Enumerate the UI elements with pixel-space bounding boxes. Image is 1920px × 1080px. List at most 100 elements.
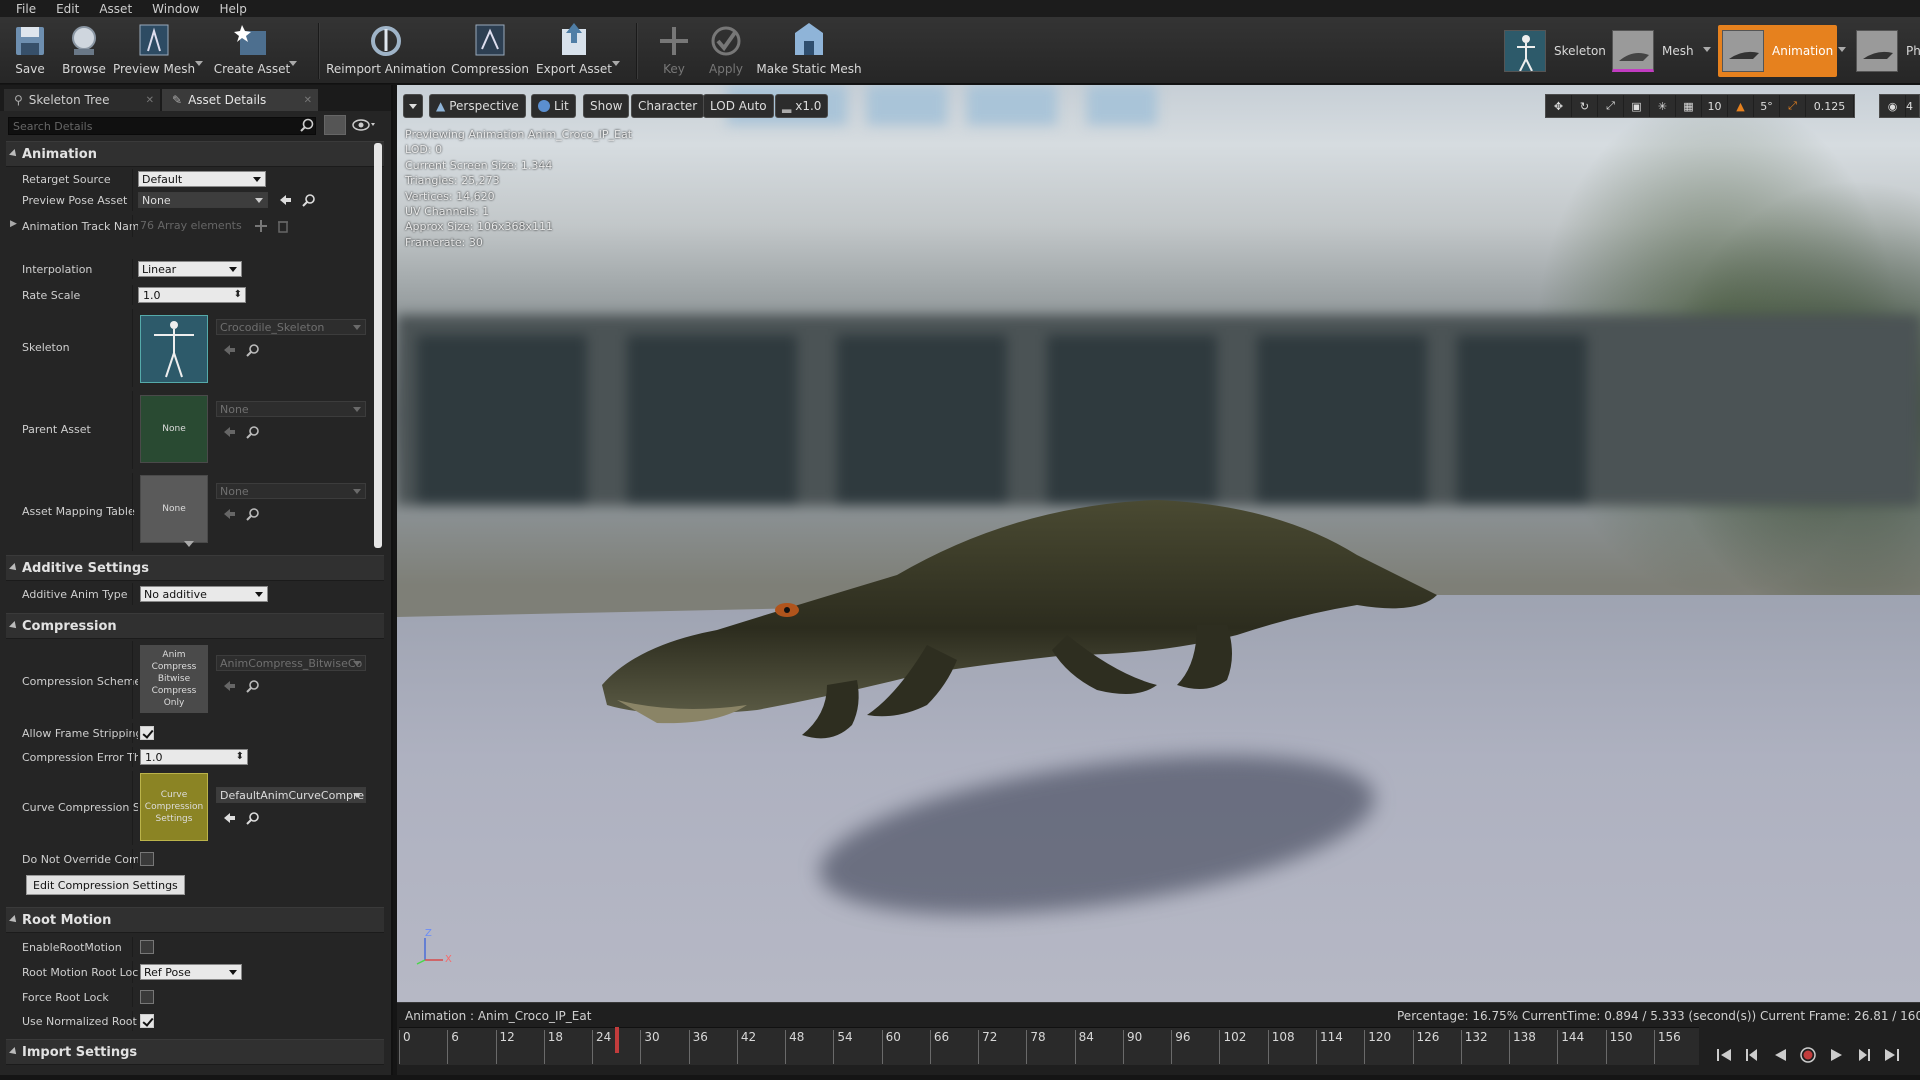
viewport-options-button[interactable]: [403, 94, 423, 118]
search-input[interactable]: [8, 117, 316, 135]
eye-visibility-icon[interactable]: [352, 118, 378, 132]
animation-mode-dropdown-icon[interactable]: [1838, 47, 1847, 53]
export-asset-button[interactable]: Export Asset: [536, 21, 612, 81]
add-element-icon[interactable]: [254, 219, 268, 233]
details-scroll-area[interactable]: Animation Retarget Source Default Previe…: [6, 141, 384, 1075]
additive-type-combo[interactable]: No additive: [140, 586, 268, 602]
use-selected-arrow-icon[interactable]: [222, 679, 236, 693]
spin-arrows-icon[interactable]: ⬍: [234, 289, 242, 300]
mesh-mode-dropdown-icon[interactable]: [1703, 47, 1712, 53]
retarget-source-combo[interactable]: Default: [138, 171, 266, 187]
timeline-ruler[interactable]: 0 6 12 18 24 30 36 42 48 54 60 66 72 78 84 90 96 102 108 11…: [399, 1027, 1699, 1065]
play-reverse-icon[interactable]: [1771, 1046, 1789, 1064]
asset-mapping-combo[interactable]: None: [216, 483, 366, 499]
translate-icon[interactable]: ✥: [1546, 95, 1572, 117]
browse-search-icon[interactable]: [302, 193, 316, 207]
lit-button[interactable]: Lit: [531, 94, 576, 118]
rotation-snap-icon[interactable]: ▲: [1728, 95, 1754, 117]
create-asset-dropdown-icon[interactable]: [289, 61, 298, 67]
make-static-mesh-button[interactable]: Make Static Mesh: [756, 21, 862, 81]
key-button[interactable]: Key: [652, 21, 696, 81]
step-back-icon[interactable]: [1743, 1046, 1761, 1064]
export-dropdown-icon[interactable]: [612, 61, 621, 67]
search-icon[interactable]: [300, 118, 314, 132]
section-additive-settings[interactable]: Additive Settings: [6, 555, 384, 581]
parent-asset-thumbnail[interactable]: None: [140, 395, 208, 463]
step-forward-icon[interactable]: [1855, 1046, 1873, 1064]
world-local-icon[interactable]: ▣: [1624, 95, 1650, 117]
compression-scheme-thumbnail[interactable]: Anim Compress Bitwise Compress Only: [140, 645, 208, 713]
do-not-override-checkbox[interactable]: [140, 852, 154, 866]
asset-mapping-thumbnail[interactable]: None: [140, 475, 208, 543]
lod-button[interactable]: LOD Auto: [703, 94, 774, 118]
character-button[interactable]: Character: [631, 94, 705, 118]
browse-search-icon[interactable]: [246, 811, 260, 825]
perspective-button[interactable]: ▲ Perspective: [429, 94, 526, 118]
use-selected-arrow-icon[interactable]: [222, 811, 236, 825]
preview-viewport[interactable]: ▲ Perspective Lit Show Character LOD Aut…: [397, 85, 1920, 1002]
delete-trash-icon[interactable]: [276, 219, 290, 233]
skeleton-combo[interactable]: Crocodile_Skeleton: [216, 319, 366, 335]
surface-snap-icon[interactable]: ✳: [1650, 95, 1676, 117]
mode-animation-button[interactable]: Animation: [1718, 25, 1838, 77]
skeleton-thumbnail[interactable]: [140, 315, 208, 383]
mode-mesh-button[interactable]: Mesh: [1612, 25, 1694, 77]
use-normalized-root-checkbox[interactable]: [140, 1014, 154, 1028]
grid-snap-value[interactable]: 10: [1702, 95, 1728, 117]
timeline-scrubber[interactable]: [614, 1027, 619, 1053]
playback-speed-button[interactable]: ▂ x1.0: [775, 94, 829, 118]
use-selected-arrow-icon[interactable]: [222, 343, 236, 357]
preview-mesh-dropdown-icon[interactable]: [195, 61, 204, 67]
record-icon[interactable]: [1799, 1046, 1817, 1064]
section-animation[interactable]: Animation: [6, 141, 384, 167]
browse-button[interactable]: Browse: [60, 21, 108, 81]
use-selected-arrow-icon[interactable]: [222, 425, 236, 439]
rotate-icon[interactable]: ↻: [1572, 95, 1598, 117]
property-matrix-icon[interactable]: [324, 115, 346, 135]
skip-to-end-icon[interactable]: [1883, 1046, 1901, 1064]
reimport-animation-button[interactable]: Reimport Animation: [326, 21, 446, 81]
create-asset-button[interactable]: Create Asset: [214, 21, 290, 81]
rotation-snap-value[interactable]: 5°: [1754, 95, 1780, 117]
menu-asset[interactable]: Asset: [91, 2, 140, 16]
menu-edit[interactable]: Edit: [48, 2, 87, 16]
details-scrollbar[interactable]: [374, 143, 382, 548]
compression-scheme-combo[interactable]: AnimCompress_BitwiseCo: [216, 655, 366, 671]
browse-search-icon[interactable]: [246, 343, 260, 357]
menu-window[interactable]: Window: [144, 2, 207, 16]
show-button[interactable]: Show: [583, 94, 630, 118]
menu-file[interactable]: File: [8, 2, 44, 16]
browse-search-icon[interactable]: [246, 679, 260, 693]
edit-compression-settings-button[interactable]: Edit Compression Settings: [26, 875, 185, 895]
curve-compression-combo[interactable]: DefaultAnimCurveCompre: [216, 787, 366, 803]
force-root-lock-checkbox[interactable]: [140, 990, 154, 1004]
close-icon[interactable]: ✕: [304, 95, 312, 106]
close-icon[interactable]: ✕: [146, 95, 154, 106]
allow-frame-stripping-checkbox[interactable]: [140, 726, 154, 740]
preview-pose-combo[interactable]: None: [138, 192, 268, 208]
tab-skeleton-tree[interactable]: ⚲ Skeleton Tree ✕: [4, 89, 160, 111]
curve-compression-thumbnail[interactable]: Curve Compression Settings: [140, 773, 208, 841]
mode-physics-button[interactable]: Ph: [1856, 25, 1920, 77]
expand-arrow-icon[interactable]: ▶: [10, 219, 17, 229]
scale-snap-icon[interactable]: ⤢: [1780, 95, 1806, 117]
menu-help[interactable]: Help: [211, 2, 254, 16]
enable-root-motion-checkbox[interactable]: [140, 940, 154, 954]
preview-mesh-button[interactable]: Preview Mesh: [113, 21, 195, 81]
section-root-motion[interactable]: Root Motion: [6, 907, 384, 933]
skip-to-start-icon[interactable]: [1715, 1046, 1733, 1064]
parent-asset-combo[interactable]: None: [216, 401, 366, 417]
advanced-expand-icon[interactable]: [184, 541, 194, 547]
root-motion-lock-combo[interactable]: Ref Pose: [140, 964, 242, 980]
compression-button[interactable]: Compression: [451, 21, 529, 81]
grid-snap-icon[interactable]: ▦: [1676, 95, 1702, 117]
section-compression[interactable]: Compression: [6, 613, 384, 639]
apply-button[interactable]: Apply: [704, 21, 748, 81]
camera-speed-control[interactable]: ◉ 4: [1879, 94, 1920, 118]
save-button[interactable]: Save: [8, 21, 52, 81]
browse-search-icon[interactable]: [246, 425, 260, 439]
rate-scale-input[interactable]: 1.0 ⬍: [138, 287, 246, 303]
tab-asset-details[interactable]: ✎ Asset Details ✕: [162, 89, 318, 111]
browse-search-icon[interactable]: [246, 507, 260, 521]
spin-arrows-icon[interactable]: ⬍: [236, 751, 244, 762]
